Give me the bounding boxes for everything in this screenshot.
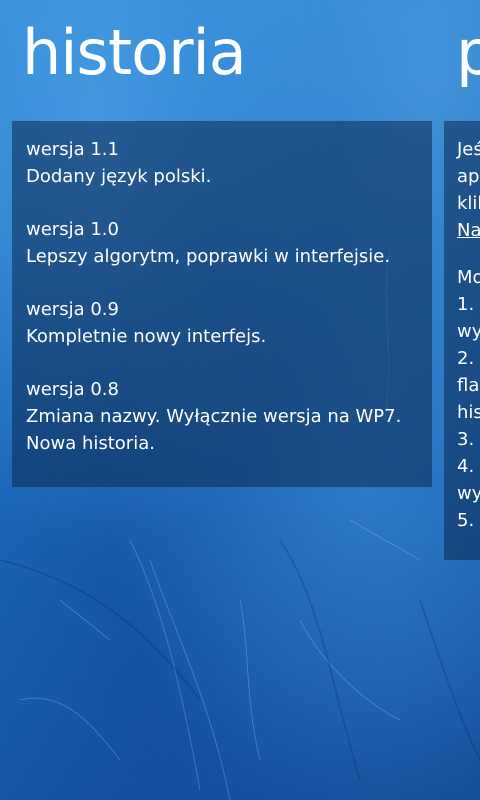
version-label: wersja 1.1 <box>26 139 119 160</box>
history-entry: wersja 0.8 Zmiana nazwy. Wyłącznie wersj… <box>26 376 432 457</box>
peek-text-line: ap <box>457 166 480 187</box>
peek-text-line: wy <box>457 483 480 504</box>
page-title: historia <box>22 16 247 89</box>
peek-text-line: wy <box>457 321 480 342</box>
version-note: Zmiana nazwy. Wyłącznie wersja na WP7. <box>26 406 402 427</box>
version-note: Dodany język polski. <box>26 166 212 187</box>
version-note: Nowa historia. <box>26 433 155 454</box>
peek-text-line: 3. <box>457 429 475 450</box>
history-entry: wersja 0.9 Kompletnie nowy interfejs. <box>26 296 432 350</box>
peek-text-line: 1. N <box>457 294 480 315</box>
version-label: wersja 0.8 <box>26 379 119 400</box>
peek-text-line: Jeś <box>457 139 480 160</box>
version-label: wersja 0.9 <box>26 299 119 320</box>
version-note: Kompletnie nowy interfejs. <box>26 326 267 347</box>
peek-text-line: 5. <box>457 510 475 531</box>
history-entry: wersja 1.1 Dodany język polski. <box>26 136 432 190</box>
peek-text-line: klik <box>457 193 480 214</box>
history-entry: wersja 1.0 Lepszy algorytm, poprawki w i… <box>26 216 432 270</box>
history-panel: wersja 1.1 Dodany język polski. wersja 1… <box>12 121 432 487</box>
next-pivot-panel: Jeś ap klik Na Mo 1. N wy 2. fla his 3. … <box>444 121 480 560</box>
peek-text-line: 2. <box>457 348 475 369</box>
version-label: wersja 1.0 <box>26 219 119 240</box>
peek-text-line: Mo <box>457 267 480 288</box>
version-note: Lepszy algorytm, poprawki w interfejsie. <box>26 246 391 267</box>
peek-text-line: his <box>457 402 480 423</box>
next-pivot-title[interactable]: p <box>456 8 480 98</box>
peek-link[interactable]: Na <box>457 217 480 244</box>
peek-text-line: fla <box>457 375 480 396</box>
peek-text-line: 4. <box>457 456 475 477</box>
